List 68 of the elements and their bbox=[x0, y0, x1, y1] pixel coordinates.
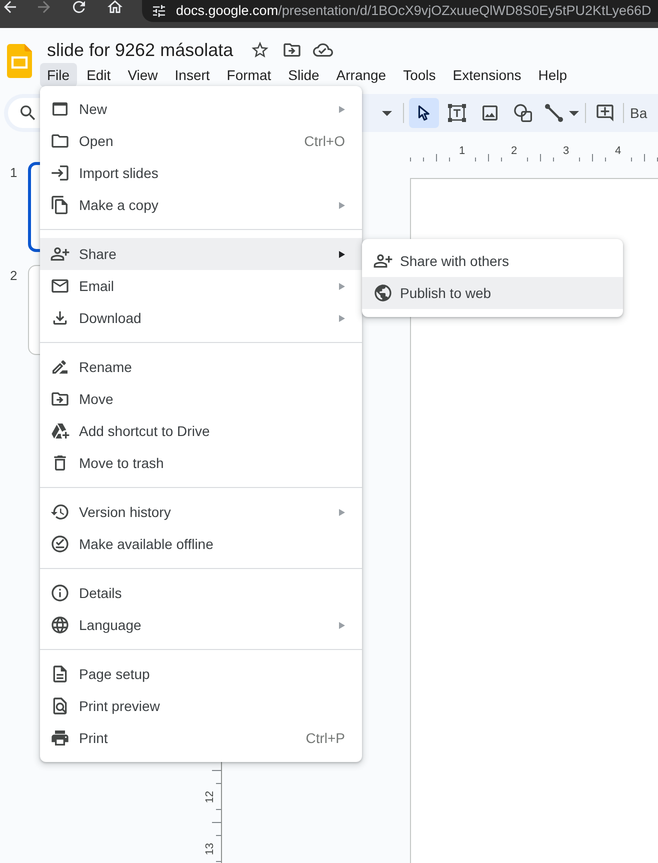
copy-icon bbox=[50, 195, 70, 215]
address-bar[interactable]: docs.google.com/presentation/d/1BOcX9vjOZxuueQlWD8S0Ey5tPU2KtLye66D bbox=[142, 0, 658, 22]
menu-bar-item[interactable]: Slide bbox=[281, 63, 326, 87]
menu-bar-item[interactable]: Extensions bbox=[446, 63, 528, 87]
text-box-icon bbox=[448, 104, 466, 122]
menu-bar-item[interactable]: Insert bbox=[168, 63, 217, 87]
background-button[interactable]: Ba bbox=[630, 98, 648, 128]
menu-item[interactable]: Add shortcut to Drive bbox=[40, 415, 362, 447]
image-icon bbox=[480, 103, 500, 123]
house-icon[interactable] bbox=[106, 0, 124, 16]
caret-icon[interactable] bbox=[569, 110, 579, 116]
ruler-number: 12 bbox=[204, 790, 216, 804]
history-icon bbox=[50, 502, 70, 522]
menu-item[interactable]: Details bbox=[40, 577, 362, 609]
menu-item[interactable]: Share with others bbox=[362, 245, 623, 277]
menu-item[interactable]: Share bbox=[40, 238, 362, 270]
arrow-into-bracket-icon bbox=[50, 163, 70, 183]
shortcut-text: Ctrl+O bbox=[304, 132, 345, 150]
menu-item[interactable]: Make available offline bbox=[40, 528, 362, 560]
menu-bar-item[interactable]: View bbox=[120, 63, 165, 87]
line-icon bbox=[545, 104, 563, 122]
menu-bar-item[interactable]: Help bbox=[531, 63, 574, 87]
comment-plus-icon bbox=[595, 103, 615, 123]
globe-icon bbox=[50, 615, 70, 635]
search-icon bbox=[18, 103, 38, 123]
circle-square-icon bbox=[514, 104, 532, 122]
menu-bar-item[interactable]: Arrange bbox=[329, 63, 394, 87]
tool-button[interactable] bbox=[409, 98, 439, 128]
menu-item[interactable]: Rename bbox=[40, 351, 362, 383]
menu-item[interactable]: Page setup bbox=[40, 658, 362, 690]
url-host: docs.google.com bbox=[176, 2, 278, 20]
slide-number: 2 bbox=[10, 268, 18, 284]
cursor-icon bbox=[418, 105, 430, 121]
document-title[interactable]: slide for 9262 másolata bbox=[47, 39, 234, 61]
shortcut-text: Ctrl+P bbox=[306, 728, 345, 748]
ruler-number: 4 bbox=[614, 145, 622, 157]
circle-check-icon bbox=[50, 534, 70, 554]
menu-bar-item[interactable]: Tools bbox=[396, 63, 443, 87]
caret-icon[interactable] bbox=[382, 110, 392, 116]
triangle-plus-icon bbox=[50, 421, 70, 441]
printer-icon bbox=[50, 728, 70, 748]
menu-bar-item[interactable]: Edit bbox=[80, 63, 118, 87]
slide-number: 1 bbox=[10, 165, 18, 181]
menu-item[interactable]: Email bbox=[40, 270, 362, 302]
menu-item[interactable]: Import slides bbox=[40, 157, 362, 189]
ruler-number: 2 bbox=[510, 145, 518, 157]
menu-item[interactable]: Print preview bbox=[40, 690, 362, 722]
sliders-icon[interactable] bbox=[151, 3, 167, 19]
ruler-number: 13 bbox=[204, 842, 216, 856]
menu-item[interactable]: Move bbox=[40, 383, 362, 415]
menu-item[interactable]: Language bbox=[40, 609, 362, 641]
menu-bar-item[interactable]: File bbox=[40, 63, 77, 87]
star-icon[interactable] bbox=[250, 40, 270, 60]
menu-item[interactable]: Make a copy bbox=[40, 189, 362, 221]
ruler-number: 1 bbox=[458, 145, 466, 157]
menu-item[interactable]: Download bbox=[40, 302, 362, 334]
globe-icon bbox=[373, 283, 393, 303]
menu-item[interactable]: New bbox=[40, 93, 362, 125]
menu-item[interactable]: Open Ctrl+O bbox=[40, 125, 362, 157]
url-path: /presentation/d/1BOcX9vjOZxuueQlWD8S0Ey5tPU2KtLye66D bbox=[278, 2, 652, 20]
menu-item[interactable]: Print Ctrl+P bbox=[40, 722, 362, 754]
menu-item[interactable]: Move to trash bbox=[40, 447, 362, 479]
reload-icon[interactable] bbox=[70, 0, 88, 16]
ruler-number: 3 bbox=[562, 145, 570, 157]
menu-item[interactable]: Version history bbox=[40, 496, 362, 528]
menu-item[interactable]: Publish to web bbox=[362, 277, 623, 309]
info-icon bbox=[50, 583, 70, 603]
menu-bar-item[interactable]: Format bbox=[220, 63, 278, 87]
